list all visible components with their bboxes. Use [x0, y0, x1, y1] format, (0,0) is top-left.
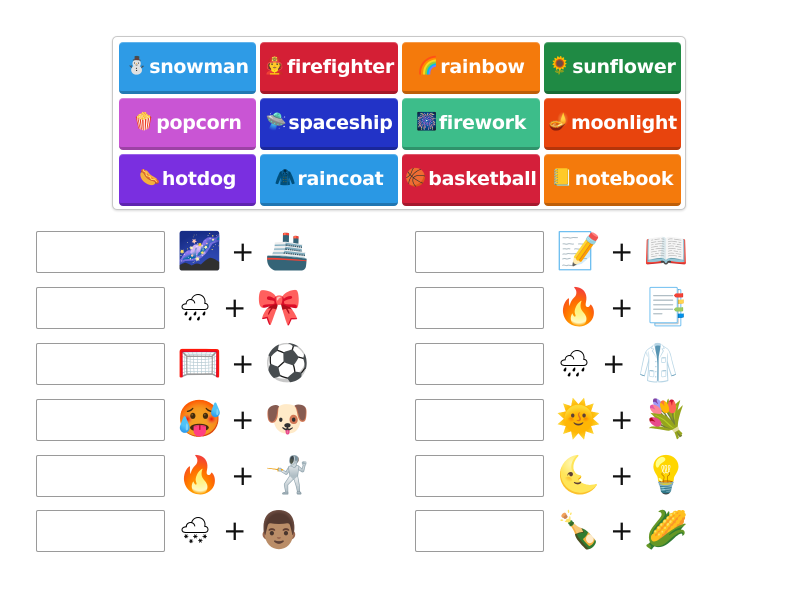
corn-icon: 🌽	[643, 510, 689, 551]
word-tile-notebook[interactable]: 📒 notebook	[544, 154, 681, 206]
word-tile-hotdog[interactable]: 🌭 hotdog	[119, 154, 256, 206]
plus-sign: +	[231, 347, 255, 380]
puzzle-row-left-6: 🌨 + 👨🏽	[36, 509, 302, 553]
answer-drop-box[interactable]	[36, 343, 165, 385]
light-bulb-icon: 💡	[643, 455, 689, 496]
fencer-icon: 🤺	[264, 455, 310, 496]
ufo-icon: 🛸	[265, 112, 287, 132]
word-tile-label: sunflower	[572, 55, 676, 78]
plus-sign: +	[602, 347, 626, 380]
answer-drop-box[interactable]	[415, 510, 544, 552]
puzzle-row-right-6: 🍾 + 🌽	[415, 509, 689, 553]
man-icon: 👨🏽	[256, 510, 302, 551]
puzzle-row-left-2: 🌧 + 🎀	[36, 286, 302, 330]
word-tile-label: spaceship	[288, 111, 393, 134]
plus-sign: +	[231, 403, 255, 436]
word-bank: ⛄ snowman 🧑‍🚒 firefighter 🌈 rainbow 🌻 sunflower…	[112, 36, 686, 210]
word-tile-firework[interactable]: 🎆 firework	[402, 98, 540, 150]
basketball-icon: 🏀	[405, 168, 427, 188]
answer-drop-box[interactable]	[415, 455, 544, 497]
plus-sign: +	[610, 403, 634, 436]
word-tile-sunflower[interactable]: 🌻 sunflower	[544, 42, 681, 94]
word-tile-label: firework	[438, 111, 527, 134]
champagne-icon: 🍾	[556, 510, 601, 551]
sunflower-icon: 🌻	[549, 56, 571, 76]
snow-cloud-icon: 🌨	[178, 516, 212, 546]
rain-cloud-icon: 🌧	[557, 349, 591, 379]
puzzle-row-right-2: 🔥 + 📑	[415, 286, 689, 330]
answer-drop-box[interactable]	[36, 399, 165, 441]
word-tile-spaceship[interactable]: 🛸 spaceship	[260, 98, 398, 150]
answer-drop-box[interactable]	[415, 287, 544, 329]
puzzle-row-right-1: 📝 + 📖	[415, 230, 689, 274]
snowman-icon: ⛄	[126, 56, 148, 76]
puzzle-row-left-1: 🌌 + 🚢	[36, 230, 310, 274]
puzzle-row-left-4: 🥵 + 🐶	[36, 398, 310, 442]
puzzle-row-right-4: 🌞 + 💐	[415, 398, 689, 442]
word-tile-raincoat[interactable]: 🧥 raincoat	[260, 154, 398, 206]
crescent-moon-icon: 🌜	[556, 455, 601, 496]
soccer-ball-icon: ⚽	[264, 343, 310, 384]
word-tile-moonlight[interactable]: 🪔 moonlight	[544, 98, 681, 150]
ship-icon: 🚢	[264, 231, 310, 272]
bookmark-tabs-icon: 📑	[643, 287, 689, 328]
word-tile-label: moonlight	[570, 111, 677, 134]
bouquet-icon: 💐	[643, 399, 689, 440]
rainbow-icon: 🌈	[417, 56, 439, 76]
plus-sign: +	[610, 291, 634, 324]
memo-icon: 📝	[556, 231, 601, 272]
plus-sign: +	[223, 514, 247, 547]
galaxy-icon: 🌌	[177, 231, 222, 272]
answer-drop-box[interactable]	[415, 343, 544, 385]
answer-drop-box[interactable]	[415, 399, 544, 441]
popcorn-icon: 🍿	[133, 112, 155, 132]
word-tile-label: snowman	[149, 55, 249, 78]
puzzle-row-right-3: 🌧 + 🥼	[415, 342, 681, 386]
word-tile-snowman[interactable]: ⛄ snowman	[119, 42, 256, 94]
word-tile-label: raincoat	[297, 167, 384, 190]
fire-icon: 🔥	[177, 455, 222, 496]
open-book-icon: 📖	[643, 231, 689, 272]
word-tile-label: basketball	[428, 167, 537, 190]
plus-sign: +	[231, 459, 255, 492]
fire-icon: 🔥	[556, 287, 601, 328]
answer-drop-box[interactable]	[36, 510, 165, 552]
plus-sign: +	[231, 235, 255, 268]
lamp-icon: 🪔	[548, 112, 569, 132]
puzzle-row-left-3: 🥅 + ⚽	[36, 342, 310, 386]
answer-drop-box[interactable]	[36, 231, 165, 273]
answer-drop-box[interactable]	[36, 455, 165, 497]
word-tile-basketball[interactable]: 🏀 basketball	[402, 154, 540, 206]
plus-sign: +	[610, 235, 634, 268]
basket-net-icon: 🥅	[177, 343, 222, 384]
word-tile-label: rainbow	[440, 55, 525, 78]
word-tile-rainbow[interactable]: 🌈 rainbow	[402, 42, 540, 94]
lab-coat-icon: 🥼	[635, 343, 681, 384]
puzzle-row-right-5: 🌜 + 💡	[415, 454, 689, 498]
word-tile-label: firefighter	[286, 55, 394, 78]
firework-icon: 🎆	[415, 112, 437, 132]
word-tile-label: notebook	[574, 167, 674, 190]
ribbon-bow-icon: 🎀	[256, 287, 302, 328]
plus-sign: +	[610, 459, 634, 492]
plus-sign: +	[223, 291, 247, 324]
firefighter-icon: 🧑‍🚒	[264, 56, 285, 76]
hotdog-icon: 🌭	[139, 168, 160, 188]
puzzle-row-left-5: 🔥 + 🤺	[36, 454, 310, 498]
notebook-icon: 📒	[551, 168, 573, 188]
answer-drop-box[interactable]	[36, 287, 165, 329]
plus-sign: +	[610, 514, 634, 547]
word-tile-label: popcorn	[156, 111, 242, 134]
rain-cloud-icon: 🌧	[178, 293, 212, 323]
hot-face-icon: 🥵	[177, 399, 222, 440]
sun-icon: 🌞	[556, 399, 601, 440]
answer-drop-box[interactable]	[415, 231, 544, 273]
coat-icon: 🧥	[274, 168, 296, 188]
word-tile-popcorn[interactable]: 🍿 popcorn	[119, 98, 256, 150]
dog-icon: 🐶	[264, 399, 310, 440]
word-tile-firefighter[interactable]: 🧑‍🚒 firefighter	[260, 42, 398, 94]
word-tile-label: hotdog	[161, 167, 236, 190]
